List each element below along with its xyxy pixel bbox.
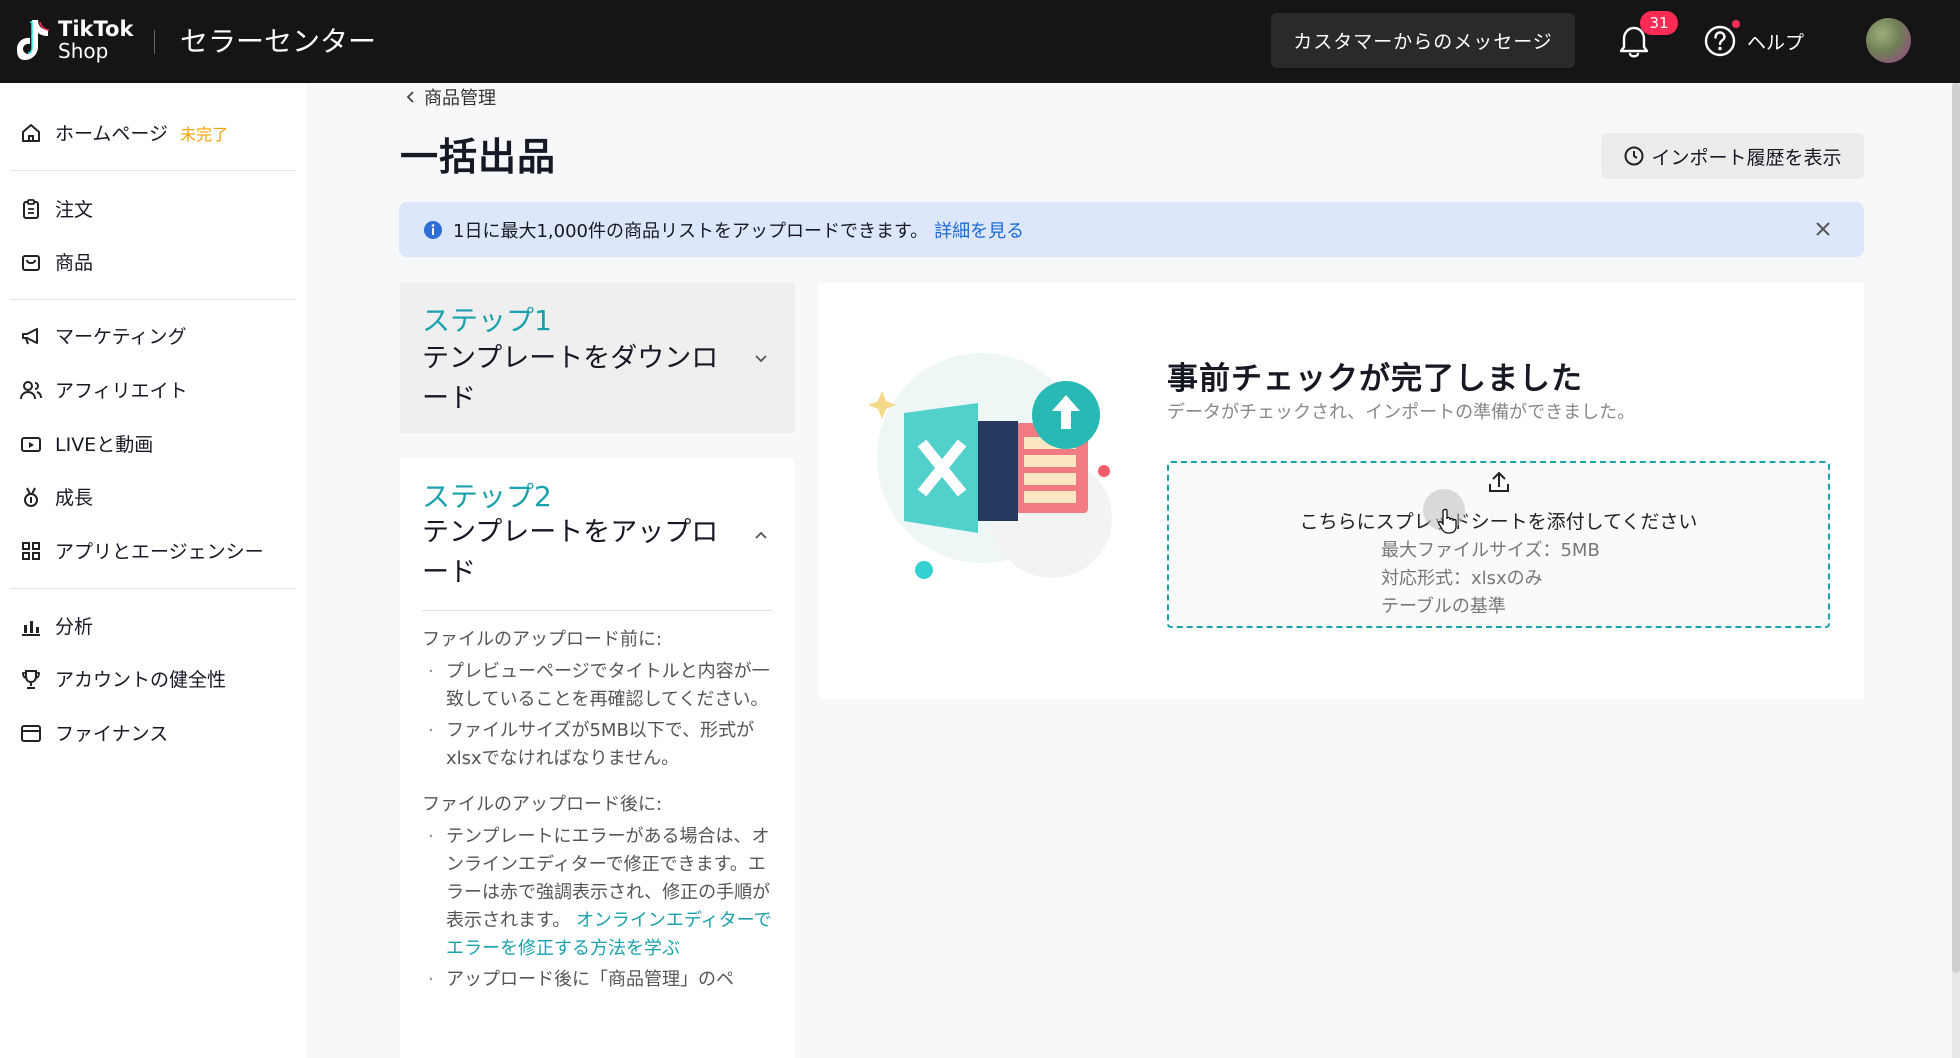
notification-badge: 31 (1640, 11, 1678, 35)
upload-requirements: 最大ファイルサイズ：5MB 対応形式：xlsxのみ テーブルの基準 (1381, 537, 1600, 621)
step2-panel: ステップ2 テンプレートをアップロード ファイルのアップロード前に: プレビュー… (400, 458, 795, 1058)
close-icon[interactable] (1812, 218, 1834, 240)
scrollbar-thumb[interactable] (1952, 83, 1960, 973)
avatar[interactable] (1866, 18, 1911, 63)
chevron-down-icon[interactable] (754, 351, 768, 365)
sidebar-item-home[interactable]: ホームページ 未完了 (20, 119, 228, 146)
wallet-icon (21, 724, 41, 742)
sidebar-item-marketing[interactable]: マーケティング (20, 322, 186, 349)
seller-center-title: セラーセンター (180, 25, 377, 58)
step1-title: テンプレートをダウンロード (422, 343, 719, 414)
supported-format: 対応形式：xlsxのみ (1381, 568, 1543, 589)
after-upload-heading: ファイルのアップロード後に: (422, 794, 663, 815)
step2-title: テンプレートをアップロード (422, 517, 719, 588)
sidebar-item-apps[interactable]: アプリとエージェンシー (20, 537, 264, 564)
info-icon (424, 220, 442, 239)
upload-guidelines: ファイルのアップロード前に: プレビューページでタイトルと内容が一致していること… (422, 626, 777, 994)
sidebar-item-affiliate[interactable]: アフィリエイト (20, 376, 188, 403)
sidebar-item-label: 商品 (55, 252, 94, 274)
spreadsheet-upload-dropzone[interactable]: こちらにスプレッドシートを添付してください 最大ファイルサイズ：5MB 対応形式… (1167, 461, 1830, 628)
sidebar-item-label: マーケティング (55, 326, 187, 348)
sidebar-item-finance[interactable]: ファイナンス (20, 719, 168, 746)
sidebar-item-label: アカウントの健全性 (55, 669, 227, 691)
page-title: 一括出品 (400, 135, 557, 179)
help-label: ヘルプ (1747, 31, 1805, 54)
sidebar: ホームページ 未完了 注文 商品 マーケティング アフィリエイト LIVEと動画… (0, 83, 306, 1058)
bag-icon (22, 254, 40, 271)
sidebar-item-label: LIVEと動画 (55, 434, 154, 456)
info-banner: 1日に最大1,000件の商品リストをアップロードできます。 詳細を見る (399, 202, 1864, 257)
sidebar-item-label: ホームページ (55, 123, 169, 145)
step1-panel[interactable]: ステップ1 テンプレートをダウンロード (400, 283, 795, 433)
medal-icon (24, 487, 38, 507)
help-icon (1704, 25, 1736, 57)
upload-icon (1489, 471, 1509, 492)
video-icon (21, 436, 41, 452)
before-upload-heading: ファイルのアップロード前に: (422, 629, 663, 650)
before-bullet-2: ファイルサイズが5MB以下で、形式がxlsxでなければなりません。 (422, 717, 777, 773)
step1-label: ステップ1 (422, 304, 552, 337)
help-button[interactable]: ヘルプ (1703, 24, 1804, 58)
after-bullet-1: テンプレートにエラーがある場合は、オンラインエディターで修正できます。エラーは赤… (422, 823, 777, 963)
top-bar: TikTok Shop セラーセンター カスタマーからのメッセージ 31 ヘルプ (0, 0, 1960, 83)
breadcrumb[interactable]: 商品管理 (404, 84, 496, 110)
clipboard-icon (23, 198, 39, 219)
sidebar-item-label: アプリとエージェンシー (55, 541, 264, 563)
sidebar-item-label: アフィリエイト (55, 380, 188, 402)
apps-icon (22, 541, 40, 560)
step2-divider (422, 610, 772, 611)
sidebar-item-label: 成長 (55, 487, 94, 509)
banner-text: 1日に最大1,000件の商品リストをアップロードできます。 (453, 220, 929, 242)
table-standard: テーブルの基準 (1381, 596, 1506, 617)
sidebar-item-account-health[interactable]: アカウントの健全性 (20, 665, 226, 692)
header-divider (154, 30, 155, 54)
before-bullet-1: プレビューページでタイトルと内容が一致していることを再確認してください。 (422, 658, 777, 714)
people-icon (20, 380, 42, 399)
max-file-size: 最大ファイルサイズ：5MB (1381, 540, 1600, 561)
sidebar-item-orders[interactable]: 注文 (20, 195, 93, 222)
precheck-subtitle: データがチェックされ、インポートの準備ができました。 (1167, 402, 1636, 423)
home-icon (22, 123, 40, 142)
sidebar-item-growth[interactable]: 成長 (20, 483, 93, 510)
trophy-icon (22, 669, 40, 689)
incomplete-badge: 未完了 (180, 124, 229, 144)
spreadsheet-upload-illustration (868, 353, 1112, 579)
tiktok-shop-logo[interactable]: TikTok Shop (16, 18, 133, 62)
import-history-button[interactable]: インポート履歴を表示 (1601, 133, 1864, 179)
sidebar-divider (10, 299, 296, 300)
chevron-left-icon (406, 91, 414, 103)
sidebar-item-label: ファイナンス (55, 723, 169, 745)
sidebar-item-analytics[interactable]: 分析 (20, 612, 93, 639)
chevron-up-icon[interactable] (754, 528, 768, 542)
import-history-label: インポート履歴を表示 (1651, 146, 1842, 169)
sidebar-item-label: 注文 (55, 199, 94, 221)
after-bullet-2: アップロード後に「商品管理」のペ (422, 966, 777, 994)
megaphone-icon (22, 327, 38, 344)
sidebar-divider (10, 588, 296, 589)
help-notification-dot (1732, 20, 1740, 28)
logo-line-1: TikTok (58, 17, 134, 41)
precheck-complete-title: 事前チェックが完了しました (1167, 361, 1583, 397)
clock-icon (1624, 146, 1644, 166)
customer-messages-button[interactable]: カスタマーからのメッセージ (1271, 13, 1575, 68)
sidebar-item-products[interactable]: 商品 (20, 248, 93, 275)
upload-instruction: こちらにスプレッドシートを添付してください (1299, 511, 1698, 533)
chart-icon (22, 620, 40, 636)
sidebar-divider (10, 170, 296, 171)
hand-pointer-icon (1438, 508, 1457, 534)
step2-label: ステップ2 (422, 480, 552, 513)
sidebar-item-live-video[interactable]: LIVEと動画 (20, 430, 153, 457)
sidebar-item-label: 分析 (55, 616, 94, 638)
learn-more-link[interactable]: 詳細を見る (934, 217, 1024, 243)
breadcrumb-label: 商品管理 (424, 88, 496, 109)
tiktok-logo-icon (17, 20, 50, 60)
logo-line-2: Shop (58, 39, 109, 63)
precheck-panel: 事前チェックが完了しました データがチェックされ、インポートの準備ができました。… (818, 283, 1864, 699)
